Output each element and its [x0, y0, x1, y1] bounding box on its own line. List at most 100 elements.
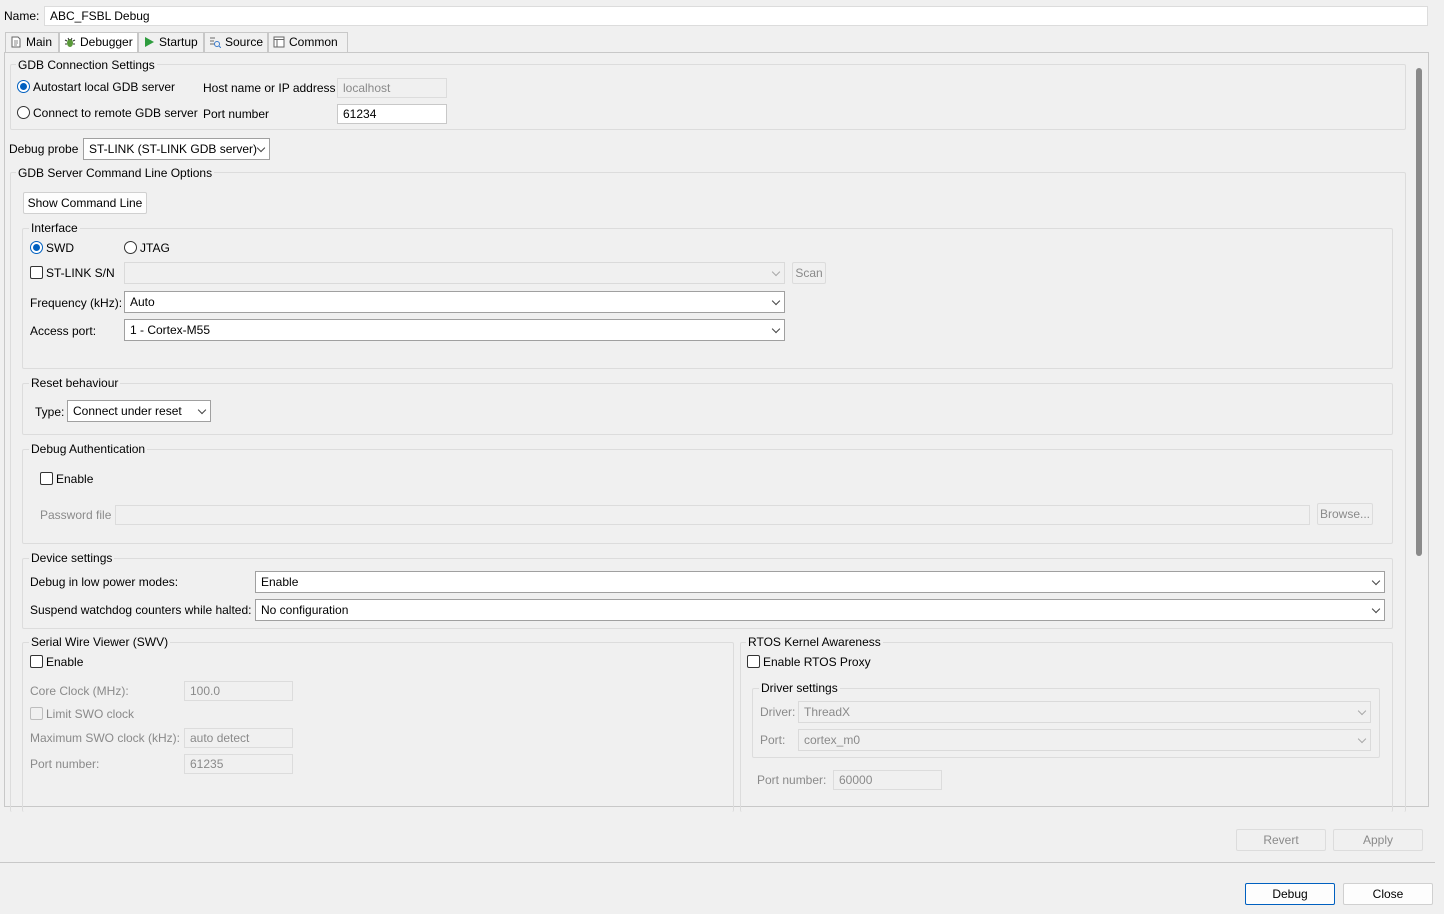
stlink-sn-select[interactable] — [124, 262, 785, 284]
scan-button[interactable]: Scan — [792, 262, 826, 284]
stlink-sn-label[interactable]: ST-LINK S/N — [46, 266, 115, 280]
rtos-port-number-label: Port number: — [757, 773, 827, 787]
password-file-input[interactable] — [115, 505, 1310, 525]
footer-divider — [0, 862, 1435, 863]
chevron-down-icon — [197, 405, 207, 415]
tab-main-label: Main — [26, 35, 53, 49]
chevron-down-icon — [256, 143, 266, 153]
host-label: Host name or IP address — [203, 81, 336, 95]
tab-startup[interactable]: Startup — [138, 32, 204, 52]
rtos-port-value: cortex_m0 — [804, 733, 861, 747]
tab-common[interactable]: Common — [268, 32, 348, 52]
swd-radio[interactable] — [30, 241, 43, 254]
document-icon — [11, 36, 21, 48]
revert-button[interactable]: Revert — [1236, 829, 1326, 851]
chevron-down-icon — [1371, 576, 1381, 586]
chevron-down-icon — [1371, 604, 1381, 614]
tab-source[interactable]: Source — [204, 32, 268, 52]
gdb-connection-title: GDB Connection Settings — [16, 58, 157, 72]
close-button[interactable]: Close — [1343, 883, 1433, 905]
low-power-label: Debug in low power modes: — [30, 575, 179, 589]
rtos-port-label: Port: — [760, 733, 786, 747]
reset-title: Reset behaviour — [29, 376, 121, 390]
limit-swo-label[interactable]: Limit SWO clock — [46, 707, 134, 721]
driver-select[interactable]: ThreadX — [798, 701, 1371, 723]
host-input[interactable]: localhost — [337, 78, 447, 98]
remote-radio[interactable] — [17, 106, 30, 119]
access-port-label: Access port: — [30, 324, 97, 338]
autostart-label[interactable]: Autostart local GDB server — [33, 80, 175, 94]
rtos-title: RTOS Kernel Awareness — [746, 635, 883, 649]
stlink-sn-checkbox[interactable] — [30, 266, 43, 279]
swd-label[interactable]: SWD — [46, 241, 74, 255]
rtos-port-select[interactable]: cortex_m0 — [798, 729, 1371, 751]
tab-startup-label: Startup — [159, 35, 198, 49]
reset-type-select[interactable]: Connect under reset — [67, 400, 211, 422]
device-settings-title: Device settings — [29, 551, 115, 565]
name-input[interactable]: ABC_FSBL Debug — [44, 6, 1428, 26]
tab-debugger[interactable]: Debugger — [59, 32, 138, 52]
core-clock-label: Core Clock (MHz): — [30, 684, 129, 698]
browse-button[interactable]: Browse... — [1317, 503, 1373, 525]
frequency-value: Auto — [130, 295, 155, 309]
jtag-radio[interactable] — [124, 241, 137, 254]
core-clock-input[interactable]: 100.0 — [184, 681, 293, 701]
port-input[interactable]: 61234 — [337, 104, 447, 124]
reset-type-label: Type: — [35, 405, 65, 419]
swv-enable-label[interactable]: Enable — [46, 655, 83, 669]
low-power-value: Enable — [261, 575, 299, 589]
server-options-title: GDB Server Command Line Options — [16, 166, 215, 180]
auth-group — [22, 449, 1393, 544]
chevron-down-icon — [771, 267, 781, 277]
password-file-label: Password file — [40, 508, 112, 522]
watchdog-label: Suspend watchdog counters while halted: — [30, 603, 252, 617]
auth-title: Debug Authentication — [29, 442, 148, 456]
chevron-down-icon — [1357, 706, 1367, 716]
port-label: Port number — [203, 107, 270, 121]
watchdog-value: No configuration — [261, 603, 349, 617]
watchdog-select[interactable]: No configuration — [255, 599, 1385, 621]
window-icon — [273, 36, 285, 48]
rtos-port-number-input[interactable]: 60000 — [833, 770, 942, 790]
low-power-select[interactable]: Enable — [255, 571, 1385, 593]
rtos-proxy-label[interactable]: Enable RTOS Proxy — [763, 655, 871, 669]
debug-probe-label: Debug probe — [9, 142, 79, 156]
remote-label[interactable]: Connect to remote GDB server — [33, 106, 198, 120]
chevron-down-icon — [1357, 734, 1367, 744]
swv-group — [22, 642, 734, 812]
source-lookup-icon — [210, 37, 221, 48]
reset-type-value: Connect under reset — [73, 404, 182, 418]
debug-probe-value: ST-LINK (ST-LINK GDB server) — [89, 142, 258, 156]
driver-value: ThreadX — [804, 705, 851, 719]
auth-enable-label[interactable]: Enable — [56, 472, 93, 486]
name-label: Name: — [4, 9, 40, 23]
rtos-proxy-checkbox[interactable] — [747, 655, 760, 668]
tab-source-label: Source — [225, 35, 264, 49]
bug-icon — [64, 37, 76, 47]
frequency-label: Frequency (kHz): — [30, 296, 123, 310]
swv-enable-checkbox[interactable] — [30, 655, 43, 668]
swv-title: Serial Wire Viewer (SWV) — [29, 635, 171, 649]
frequency-select[interactable]: Auto — [124, 291, 785, 313]
tab-main[interactable]: Main — [5, 32, 59, 52]
tab-common-label: Common — [289, 35, 338, 49]
apply-button[interactable]: Apply — [1333, 829, 1423, 851]
access-port-select[interactable]: 1 - Cortex-M55 — [124, 319, 785, 341]
tab-debugger-label: Debugger — [80, 35, 133, 49]
vertical-scrollbar[interactable] — [1416, 68, 1422, 556]
autostart-radio[interactable] — [17, 80, 30, 93]
auth-enable-checkbox[interactable] — [40, 472, 53, 485]
access-port-value: 1 - Cortex-M55 — [130, 323, 211, 337]
driver-settings-title: Driver settings — [759, 681, 840, 695]
chevron-down-icon — [771, 296, 781, 306]
swv-port-input[interactable]: 61235 — [184, 754, 293, 774]
limit-swo-checkbox[interactable] — [30, 707, 43, 720]
max-swo-input[interactable]: auto detect — [184, 728, 293, 748]
show-command-line-button[interactable]: Show Command Line — [23, 192, 147, 214]
play-icon — [145, 37, 154, 47]
debug-button[interactable]: Debug — [1245, 883, 1335, 905]
interface-title: Interface — [29, 221, 80, 235]
chevron-down-icon — [771, 324, 781, 334]
jtag-label[interactable]: JTAG — [140, 241, 170, 255]
debug-probe-select[interactable]: ST-LINK (ST-LINK GDB server) — [83, 138, 270, 160]
